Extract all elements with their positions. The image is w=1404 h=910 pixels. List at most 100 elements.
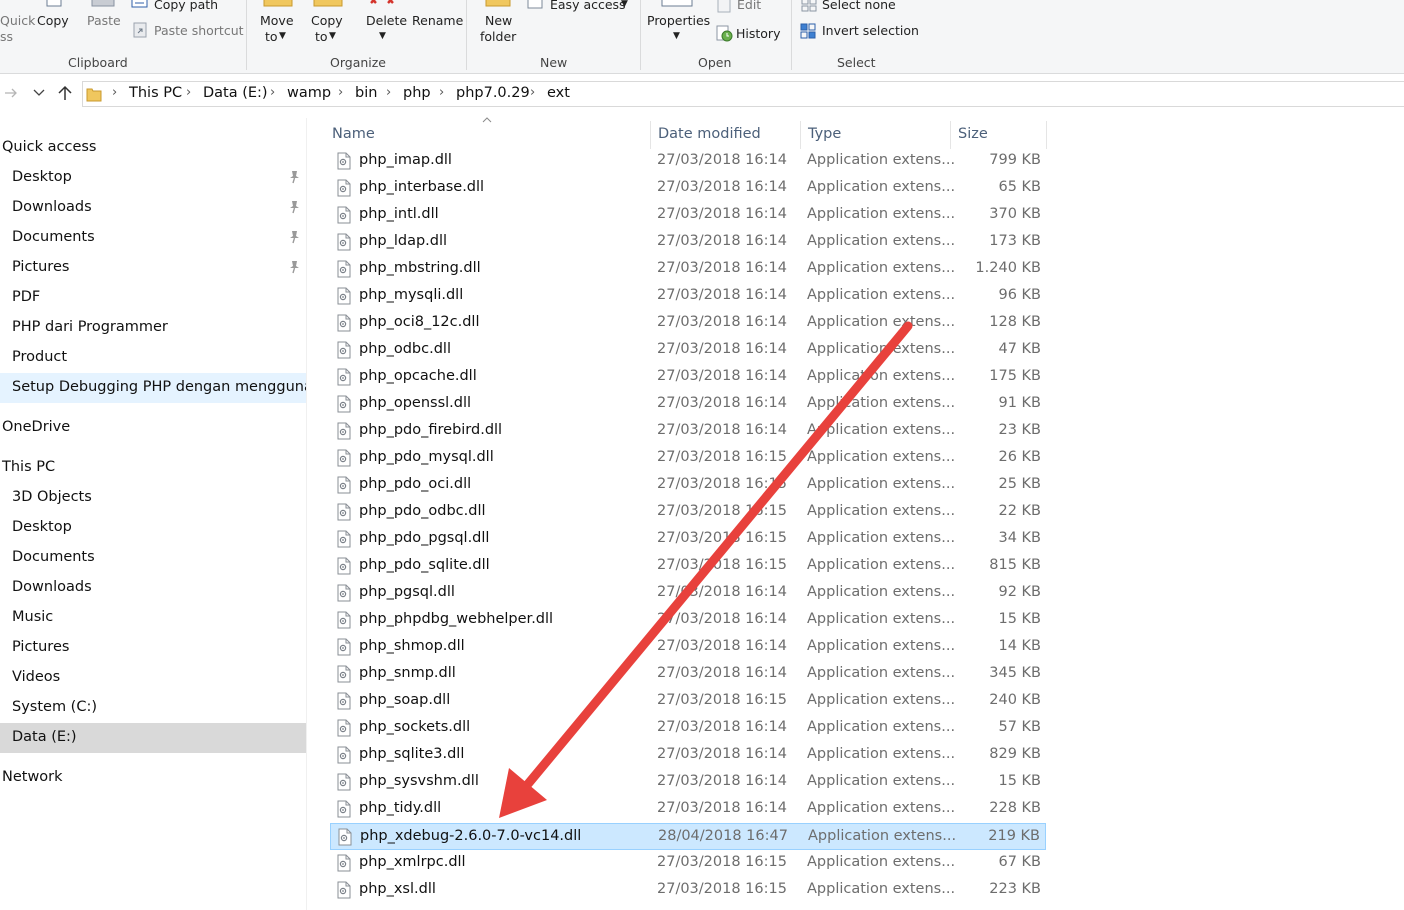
- nav-item[interactable]: Downloads: [0, 193, 306, 223]
- breadcrumb-separator-icon[interactable]: ›: [338, 85, 343, 100]
- nav-item[interactable]: PDF: [0, 283, 306, 313]
- pin-quick-access-label[interactable]: Quick: [0, 13, 35, 29]
- file-row[interactable]: php_sockets.dll 27/03/2018 16:14 Applicati…: [330, 715, 1046, 742]
- nav-item[interactable]: Pictures: [0, 633, 306, 663]
- file-date-modified: 27/03/2018 16:15: [657, 692, 787, 708]
- file-name: php_sockets.dll: [359, 719, 471, 735]
- file-row[interactable]: php_openssl.dll 27/03/2018 16:14 Applicati…: [330, 391, 1046, 418]
- file-row[interactable]: php_oci8_12c.dll 27/03/2018 16:14 Applicat…: [330, 310, 1046, 337]
- file-row[interactable]: php_opcache.dll 27/03/2018 16:14 Applicati…: [330, 364, 1046, 391]
- nav-item[interactable]: Desktop: [0, 163, 306, 193]
- file-row[interactable]: php_soap.dll 27/03/2018 16:15 Application …: [330, 688, 1046, 715]
- nav-item[interactable]: Documents: [0, 223, 306, 253]
- nav-item[interactable]: Documents: [0, 543, 306, 573]
- nav-item[interactable]: Network: [0, 763, 306, 793]
- file-size: 15 KB: [998, 611, 1041, 627]
- group-separator: [640, 0, 641, 70]
- address-input[interactable]: [82, 81, 1404, 107]
- nav-item[interactable]: Data (E:): [0, 723, 306, 753]
- file-name: php_ldap.dll: [359, 233, 448, 249]
- paste-shortcut-icon: [133, 22, 147, 38]
- pin-icon[interactable]: [288, 200, 300, 214]
- file-row[interactable]: php_sysvshm.dll 27/03/2018 16:14 Applicati…: [330, 769, 1046, 796]
- file-row[interactable]: php_snmp.dll 27/03/2018 16:14 Application …: [330, 661, 1046, 688]
- nav-item[interactable]: Videos: [0, 663, 306, 693]
- breadcrumb-bin[interactable]: bin: [355, 85, 377, 101]
- file-row[interactable]: php_pdo_mysql.dll 27/03/2018 16:15 Applica…: [330, 445, 1046, 472]
- chevron-down-icon: ▼: [329, 31, 336, 41]
- pin-icon[interactable]: [288, 170, 300, 184]
- nav-item-label: Data (E:): [12, 729, 77, 745]
- file-row[interactable]: php_pdo_oci.dll 27/03/2018 16:15 Applicati…: [330, 472, 1046, 499]
- dll-file-icon: [338, 828, 352, 846]
- file-row[interactable]: php_tidy.dll 27/03/2018 16:14 Application …: [330, 796, 1046, 823]
- breadcrumb-data-e[interactable]: Data (E:): [203, 85, 268, 101]
- file-row[interactable]: php_interbase.dll 27/03/2018 16:14 Applica…: [330, 175, 1046, 202]
- breadcrumb-this-pc[interactable]: This PC: [129, 85, 182, 101]
- file-row[interactable]: php_xmlrpc.dll 27/03/2018 16:15 Applicatio…: [330, 850, 1046, 877]
- breadcrumb-separator-icon[interactable]: ›: [530, 85, 535, 100]
- file-row[interactable]: php_imap.dll 27/03/2018 16:14 Application …: [330, 148, 1046, 175]
- column-separator[interactable]: [1046, 121, 1047, 149]
- file-date-modified: 27/03/2018 16:14: [657, 395, 787, 411]
- breadcrumb-separator-icon[interactable]: ›: [270, 85, 275, 100]
- file-date-modified: 27/03/2018 16:14: [657, 179, 787, 195]
- nav-item[interactable]: OneDrive: [0, 413, 306, 443]
- file-name: php_mysqli.dll: [359, 287, 464, 303]
- file-row[interactable]: php_phpdbg_webhelper.dll 27/03/2018 16:14…: [330, 607, 1046, 634]
- file-name: php_pdo_pgsql.dll: [359, 530, 490, 546]
- rename-label: Rename: [412, 13, 464, 28]
- nav-item[interactable]: Music: [0, 603, 306, 633]
- file-row[interactable]: php_ldap.dll 27/03/2018 16:14 Application …: [330, 229, 1046, 256]
- file-row[interactable]: php_intl.dll 27/03/2018 16:14 Application …: [330, 202, 1046, 229]
- file-type: Application extens...: [807, 719, 956, 735]
- pin-icon[interactable]: [288, 230, 300, 244]
- properties-icon: [661, 0, 693, 7]
- nav-item[interactable]: System (C:): [0, 693, 306, 723]
- file-row[interactable]: php_sqlite3.dll 27/03/2018 16:14 Applicati…: [330, 742, 1046, 769]
- file-row[interactable]: php_pdo_pgsql.dll 27/03/2018 16:15 Applica…: [330, 526, 1046, 553]
- up-arrow-icon[interactable]: [57, 85, 73, 101]
- file-row[interactable]: php_xdebug-2.6.0-7.0-vc14.dll 28/04/2018 …: [330, 823, 1046, 850]
- file-row[interactable]: php_pgsql.dll 27/03/2018 16:14 Application…: [330, 580, 1046, 607]
- file-row[interactable]: php_pdo_firebird.dll 27/03/2018 16:14 Appl…: [330, 418, 1046, 445]
- breadcrumb-separator-icon[interactable]: ›: [439, 85, 444, 100]
- file-name: php_xmlrpc.dll: [359, 854, 466, 870]
- nav-item[interactable]: Downloads: [0, 573, 306, 603]
- column-separator[interactable]: [950, 121, 951, 149]
- breadcrumb-ext[interactable]: ext: [547, 85, 570, 101]
- column-separator[interactable]: [650, 121, 651, 149]
- file-row[interactable]: php_xsl.dll 27/03/2018 16:15 Application e…: [330, 877, 1046, 904]
- nav-item[interactable]: Setup Debugging PHP dengan menggunakan: [0, 373, 306, 403]
- nav-item[interactable]: Quick access: [0, 133, 306, 163]
- nav-item[interactable]: Product: [0, 343, 306, 373]
- file-name: php_pdo_sqlite.dll: [359, 557, 490, 573]
- pin-icon[interactable]: [288, 260, 300, 274]
- pin-quick-access-label-2[interactable]: ss: [0, 29, 13, 45]
- breadcrumb-separator-icon[interactable]: ›: [386, 85, 391, 100]
- select-none-icon: [801, 0, 817, 12]
- file-row[interactable]: php_odbc.dll 27/03/2018 16:14 Application …: [330, 337, 1046, 364]
- nav-item[interactable]: PHP dari Programmer: [0, 313, 306, 343]
- breadcrumb-php[interactable]: php: [403, 85, 431, 101]
- nav-item[interactable]: This PC: [0, 453, 306, 483]
- breadcrumb-php7[interactable]: php7.0.29: [456, 85, 530, 101]
- file-row[interactable]: php_mbstring.dll 27/03/2018 16:14 Applicat…: [330, 256, 1046, 283]
- breadcrumb-separator-icon[interactable]: ›: [186, 85, 191, 100]
- forward-arrow-icon[interactable]: [4, 87, 18, 99]
- file-row[interactable]: php_shmop.dll 27/03/2018 16:14 Application…: [330, 634, 1046, 661]
- breadcrumb-separator-icon[interactable]: ›: [112, 85, 117, 100]
- recent-locations-chevron-icon[interactable]: [33, 89, 45, 97]
- file-row[interactable]: php_pdo_sqlite.dll 27/03/2018 16:15 Applic…: [330, 553, 1046, 580]
- nav-item[interactable]: 3D Objects: [0, 483, 306, 513]
- edit-icon: [717, 0, 731, 13]
- nav-item[interactable]: Desktop: [0, 513, 306, 543]
- column-separator[interactable]: [800, 121, 801, 149]
- file-row[interactable]: php_pdo_odbc.dll 27/03/2018 16:15 Applicat…: [330, 499, 1046, 526]
- breadcrumb-wamp[interactable]: wamp: [287, 85, 331, 101]
- pane-divider[interactable]: [306, 118, 307, 910]
- file-date-modified: 27/03/2018 16:14: [657, 611, 787, 627]
- nav-item[interactable]: Pictures: [0, 253, 306, 283]
- nav-item-label: PHP dari Programmer: [12, 319, 168, 335]
- file-row[interactable]: php_mysqli.dll 27/03/2018 16:14 Applicatio…: [330, 283, 1046, 310]
